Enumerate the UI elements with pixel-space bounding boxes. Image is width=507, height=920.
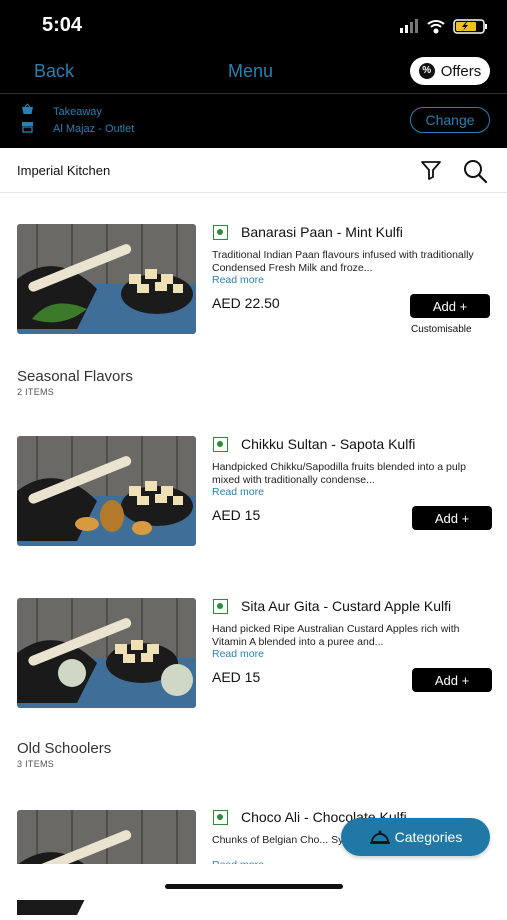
product-description: Handpicked Chikku/Sapodilla fruits blend…: [212, 461, 466, 486]
signal-icon: [400, 19, 418, 33]
customisable-label: Customisable: [411, 324, 472, 335]
product-price: AED 22.50: [212, 295, 280, 311]
section-count: 2 ITEMS: [17, 387, 55, 397]
back-button[interactable]: Back: [34, 61, 74, 82]
offers-label: Offers: [440, 62, 482, 80]
divider: [0, 192, 507, 193]
product-description: Traditional Indian Paan flavours infused…: [212, 249, 474, 274]
add-button[interactable]: Add +: [412, 506, 492, 530]
section-count: 3 ITEMS: [17, 759, 55, 769]
change-button[interactable]: Change: [410, 107, 490, 133]
battery-icon: [453, 19, 487, 34]
product-image[interactable]: [17, 224, 196, 334]
read-more-link[interactable]: Read more: [212, 486, 264, 498]
restaurant-name: Imperial Kitchen: [17, 163, 111, 178]
add-button[interactable]: Add +: [410, 294, 490, 318]
section-title: Seasonal Flavors: [17, 368, 133, 385]
home-indicator: [165, 884, 343, 889]
cloche-icon: [369, 830, 390, 844]
wifi-icon: [427, 20, 445, 34]
categories-button[interactable]: Categories: [341, 818, 490, 856]
veg-indicator-icon: [213, 810, 228, 825]
product-name[interactable]: Chikku Sultan - Sapota Kulfi: [241, 436, 415, 452]
product-name[interactable]: Sita Aur Gita - Custard Apple Kulfi: [241, 598, 451, 614]
discount-icon: [418, 63, 435, 79]
add-button[interactable]: Add +: [412, 668, 492, 692]
read-more-link[interactable]: Read more: [212, 274, 264, 286]
outlet-name: Al Majaz - Outlet: [53, 123, 135, 135]
product-image[interactable]: [17, 436, 196, 546]
bottom-area: [0, 864, 507, 900]
read-more-link[interactable]: Read more: [212, 648, 264, 660]
store-icon: [22, 122, 33, 133]
offers-button[interactable]: Offers: [410, 57, 490, 85]
order-type: Takeaway: [53, 106, 102, 118]
veg-indicator-icon: [213, 225, 228, 240]
veg-indicator-icon: [213, 437, 228, 452]
veg-indicator-icon: [213, 599, 228, 614]
section-title: Old Schoolers: [17, 740, 112, 757]
product-name[interactable]: Banarasi Paan - Mint Kulfi: [241, 224, 403, 240]
search-icon[interactable]: [462, 158, 488, 184]
status-icons: [400, 19, 487, 34]
product-price: AED 15: [212, 669, 261, 685]
basket-icon: [22, 103, 33, 114]
product-image[interactable]: [17, 598, 196, 708]
status-time: 5:04: [42, 14, 83, 36]
categories-label: Categories: [394, 829, 463, 845]
product-price: AED 15: [212, 507, 261, 523]
page-title: Menu: [228, 61, 274, 81]
filter-icon[interactable]: [420, 159, 442, 181]
divider: [0, 93, 507, 94]
product-description: Hand picked Ripe Australian Custard Appl…: [212, 623, 460, 648]
